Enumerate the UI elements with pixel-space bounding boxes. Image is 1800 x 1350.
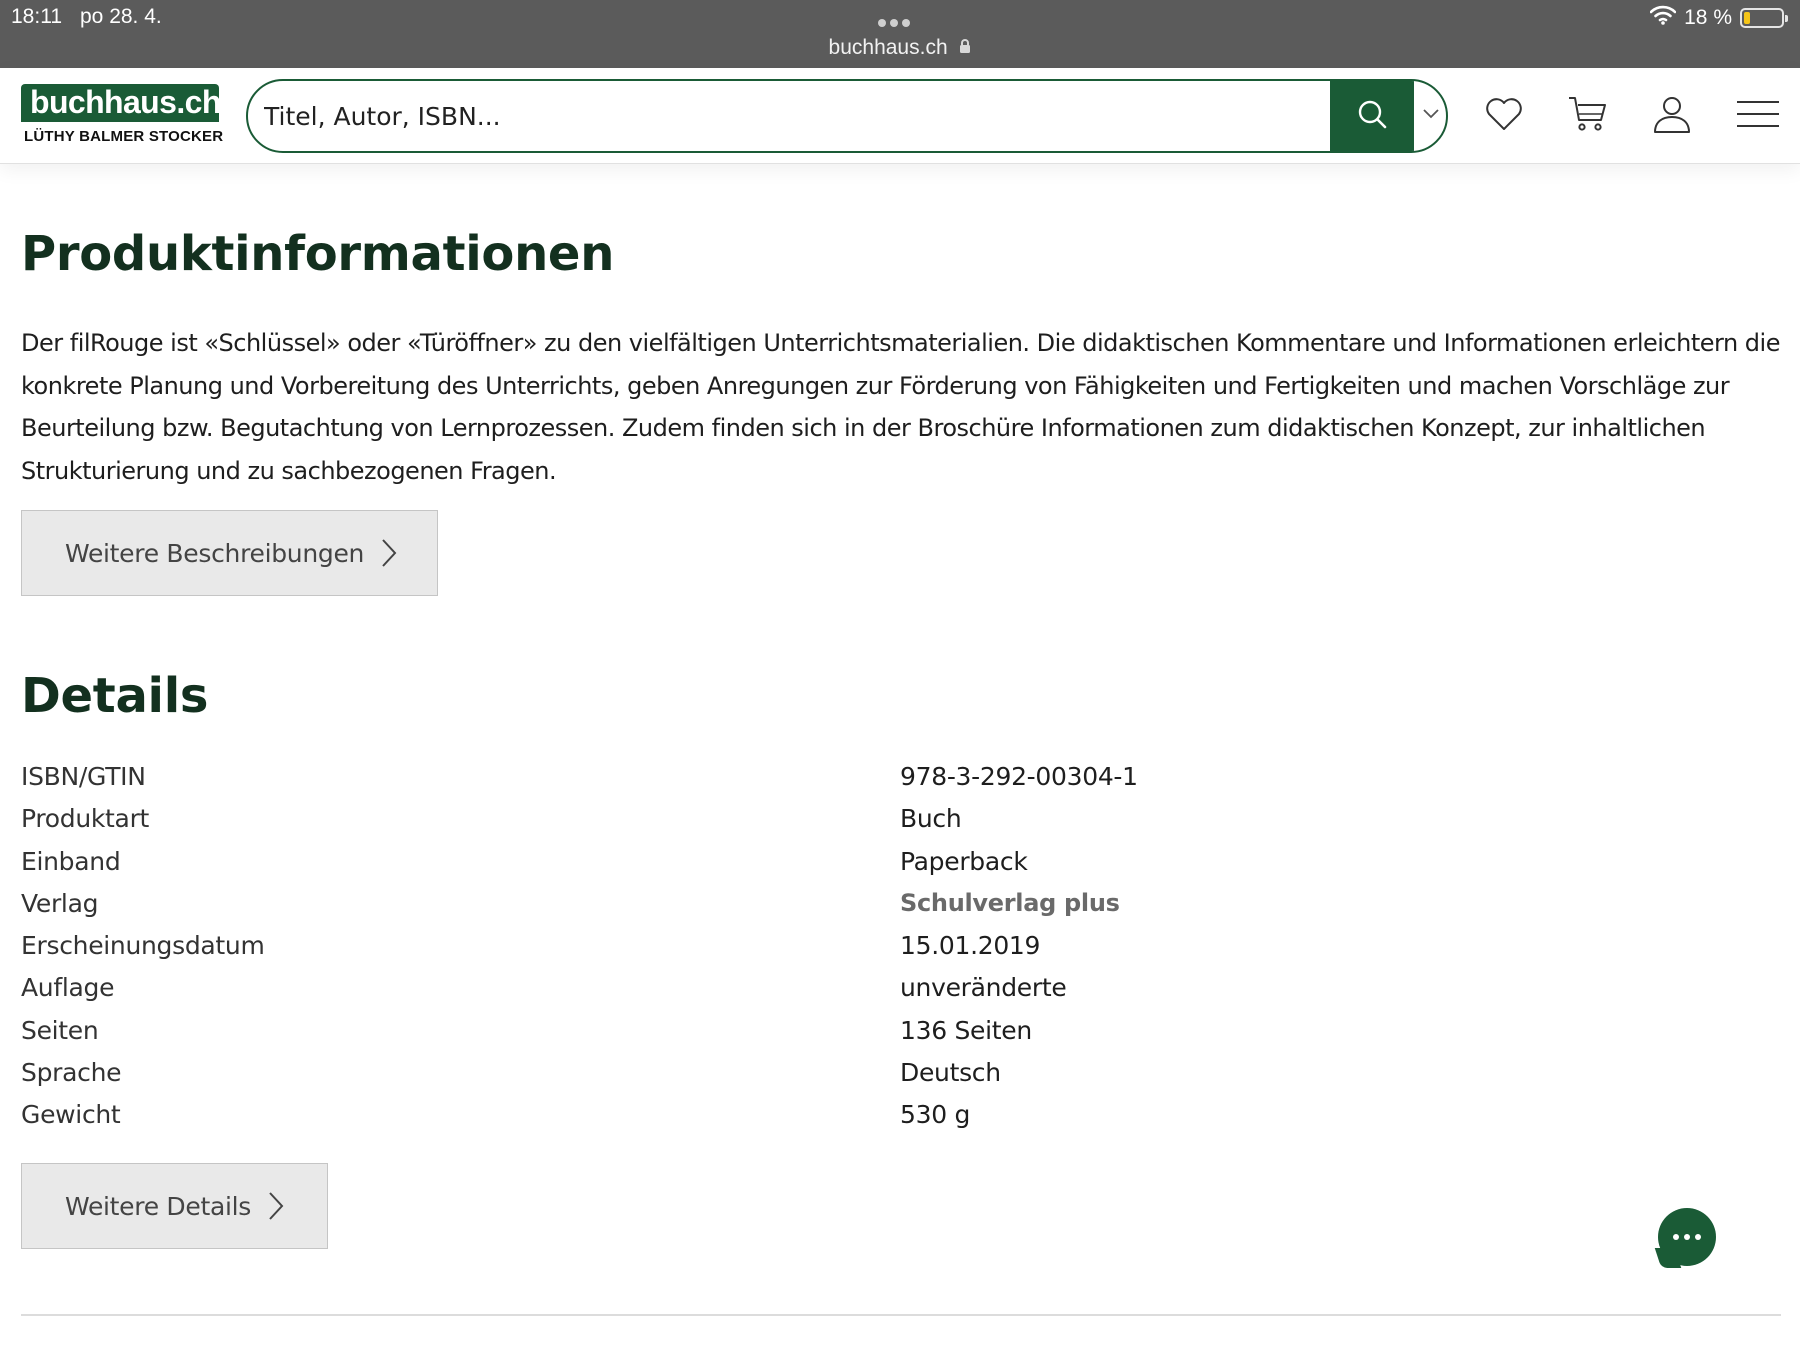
cart-button[interactable]	[1566, 94, 1610, 138]
battery-percent: 18 %	[1684, 6, 1732, 29]
details-label: Auflage	[21, 973, 115, 1003]
details-label: ISBN/GTIN	[21, 762, 146, 791]
details-value: Buch	[900, 804, 962, 834]
publisher-link[interactable]: Schulverlag plus	[900, 889, 1120, 931]
browser-more-dots-icon[interactable]	[878, 14, 922, 28]
address-url: buchhaus.ch	[828, 36, 948, 59]
status-right: 18 %	[1649, 5, 1788, 31]
cart-icon	[1567, 94, 1609, 139]
site-header: buchhaus.ch LÜTHY BALMER STOCKER	[0, 68, 1800, 164]
chat-button[interactable]	[1654, 1208, 1716, 1268]
user-icon	[1652, 94, 1692, 139]
details-row-verlag: Verlag Schulverlag plus	[21, 889, 1781, 931]
chevron-down-icon	[1422, 107, 1440, 125]
status-time: 18:11	[11, 5, 62, 28]
details-row-einband: Einband Paperback	[21, 847, 1781, 889]
details-value: 530 g	[900, 1100, 971, 1130]
details-value: unveränderte	[900, 973, 1067, 1003]
product-info-heading: Produktinformationen	[21, 226, 615, 282]
logo-sub: LÜTHY BALMER STOCKER	[24, 128, 224, 145]
details-row-auflage: Auflage unveränderte	[21, 973, 1781, 1015]
status-date: po 28. 4.	[80, 5, 162, 28]
chevron-right-icon	[267, 1190, 285, 1222]
more-details-button[interactable]: Weitere Details	[21, 1163, 328, 1249]
more-descriptions-label: Weitere Beschreibungen	[65, 538, 365, 568]
menu-button[interactable]	[1736, 94, 1780, 138]
status-bar: 18:11 po 28. 4. buchhaus.ch 18 %	[0, 0, 1800, 68]
details-value: 15.01.2019	[900, 931, 1041, 961]
chevron-right-icon	[380, 537, 398, 569]
details-label: Gewicht	[21, 1100, 121, 1130]
details-label: Verlag	[21, 888, 99, 918]
details-row-erscheinungsdatum: Erscheinungsdatum 15.01.2019	[21, 931, 1781, 973]
details-value: Deutsch	[900, 1058, 1001, 1088]
search-scope-dropdown[interactable]	[1416, 81, 1446, 151]
address-bar[interactable]: buchhaus.ch	[0, 36, 1800, 60]
chat-bubble-icon	[1673, 1234, 1701, 1240]
wifi-icon	[1649, 5, 1677, 31]
details-row-sprache: Sprache Deutsch	[21, 1058, 1781, 1100]
battery-level	[1744, 12, 1751, 24]
section-divider	[21, 1314, 1781, 1316]
battery-icon	[1740, 8, 1788, 28]
details-row-gewicht: Gewicht 530 g	[21, 1100, 1781, 1142]
product-description: Der filRouge ist «Schlüssel» oder «Türöf…	[21, 329, 1780, 485]
lock-icon	[959, 36, 971, 60]
more-details-label: Weitere Details	[65, 1191, 251, 1221]
details-value: 978-3-292-00304-1	[900, 762, 1138, 791]
details-label: Produktart	[21, 804, 150, 834]
search-button[interactable]	[1330, 81, 1414, 151]
details-label: Sprache	[21, 1058, 122, 1088]
details-row-seiten: Seiten 136 Seiten	[21, 1016, 1781, 1058]
details-value: Paperback	[900, 846, 1028, 876]
logo[interactable]: buchhaus.ch LÜTHY BALMER STOCKER	[21, 84, 224, 145]
details-table: ISBN/GTIN 978-3-292-00304-1 Produktart B…	[21, 762, 1781, 1143]
account-button[interactable]	[1650, 94, 1694, 138]
details-label: Erscheinungsdatum	[21, 931, 265, 961]
logo-main: buchhaus.ch	[21, 84, 221, 122]
details-row-isbn: ISBN/GTIN 978-3-292-00304-1	[21, 762, 1781, 804]
menu-icon	[1736, 99, 1780, 134]
search-bar	[246, 79, 1448, 153]
details-label: Seiten	[21, 1015, 99, 1045]
search-input[interactable]	[248, 81, 1328, 151]
details-value: 136 Seiten	[900, 1015, 1032, 1045]
wishlist-button[interactable]	[1482, 94, 1526, 138]
details-label: Einband	[21, 846, 121, 876]
search-icon	[1356, 98, 1388, 135]
more-descriptions-button[interactable]: Weitere Beschreibungen	[21, 510, 438, 596]
heart-icon	[1484, 96, 1524, 137]
details-heading: Details	[21, 668, 209, 724]
details-row-produktart: Produktart Buch	[21, 804, 1781, 846]
